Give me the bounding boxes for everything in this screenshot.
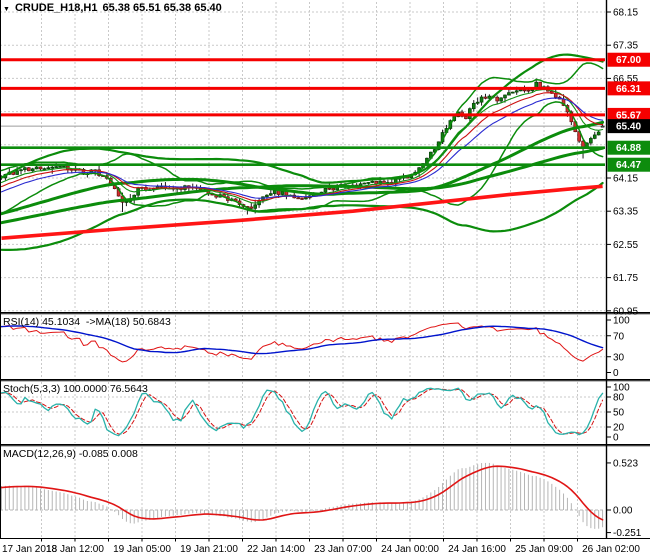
time-axis-label: 22 Jan 14:00: [247, 544, 305, 555]
svg-text:64.88: 64.88: [616, 143, 641, 154]
resistance-price-badge: 66.31: [608, 81, 650, 95]
stoch-tick-label: 50: [613, 408, 625, 419]
chart-window: 68.1567.3566.5564.1563.3562.5561.7560.95…: [0, 0, 650, 560]
macd-layer: [2, 463, 603, 529]
main-price-layer: [0, 55, 605, 250]
time-axis-label: 19 Jan 21:00: [180, 544, 238, 555]
current-price-badge: 65.40: [608, 119, 650, 133]
price-tick-label: 63.35: [613, 207, 638, 218]
support-price-badge: 64.47: [608, 158, 650, 172]
price-tick-label: 67.35: [613, 41, 638, 52]
time-axis-label: 19 Jan 05:00: [113, 544, 171, 555]
rsi-line: [2, 323, 603, 362]
grid-layer: [0, 2, 605, 537]
price-tick-label: 61.75: [613, 273, 638, 284]
chart-canvas[interactable]: 68.1567.3566.5564.1563.3562.5561.7560.95…: [0, 0, 650, 560]
price-tick-label: 62.55: [613, 240, 638, 251]
resistance-price-badge: 67.00: [608, 53, 650, 67]
time-axis-label: 25 Jan 09:00: [515, 544, 573, 555]
rsi-layer: [2, 323, 603, 362]
macd-tick-label: -0.251: [613, 528, 642, 539]
price-tick-label: 64.15: [613, 174, 638, 185]
rsi-ma-line: [2, 326, 603, 354]
svg-text:64.47: 64.47: [616, 160, 641, 171]
svg-text:66.31: 66.31: [616, 84, 641, 95]
rsi-tick-label: 0: [613, 368, 619, 379]
price-tick-label: 68.15: [613, 8, 638, 19]
time-axis-label: 24 Jan 16:00: [448, 544, 506, 555]
time-axis-label: 26 Jan 02:00: [582, 544, 640, 555]
stoch-tick-label: 0: [613, 433, 619, 444]
stoch-tick-label: 80: [613, 393, 625, 404]
svg-text:65.40: 65.40: [616, 122, 641, 133]
svg-text:67.00: 67.00: [616, 55, 641, 66]
rsi-tick-label: 30: [613, 352, 625, 363]
time-axis-label: 23 Jan 07:00: [314, 544, 372, 555]
rsi-tick-label: 70: [613, 331, 625, 342]
macd-tick-label: 0.00: [613, 506, 633, 517]
rsi-tick-label: 100: [613, 316, 630, 327]
macd-tick-label: 0.523: [613, 458, 638, 469]
time-axis-label: 18 Jan 12:00: [46, 544, 104, 555]
time-axis-label: 24 Jan 00:00: [381, 544, 439, 555]
macd-histogram: [2, 463, 603, 529]
support-price-badge: 64.88: [608, 141, 650, 155]
